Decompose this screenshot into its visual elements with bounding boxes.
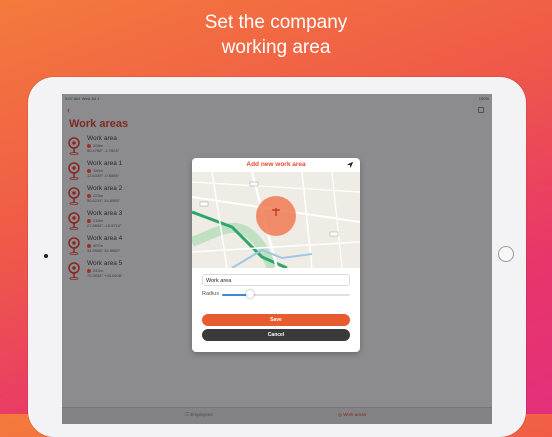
radius-slider-knob[interactable] [246,290,255,298]
add-work-area-dialog: Add new work area Work area Radius Save … [192,158,360,352]
tab-bar: ☶ Employees ◎ Work areas [62,407,492,424]
work-area-coords: 70.3938° +43.0508° [87,273,123,278]
back-button[interactable]: ‹ [67,106,70,115]
tab-work-areas[interactable]: ◎ Work areas [338,412,366,418]
location-icon: ◎ [338,412,342,417]
battery-indicator: 100% [478,96,489,101]
work-area-coords: 34.9968° 34.8959° [87,248,121,253]
work-area-name: Work area 5 [87,260,123,267]
map-pin-icon [68,187,80,205]
work-area-name-field[interactable]: Work area [202,274,350,286]
map-pin-icon [68,162,80,180]
tab-employees-label: Employees [190,412,213,417]
dialog-title: Add new work area [246,161,306,168]
map-view[interactable] [192,172,360,268]
home-button[interactable] [498,246,514,262]
map-canvas [192,172,360,268]
work-area-name: Work area 2 [87,185,123,192]
status-date: Wed Jul 1 [81,96,100,101]
map-pin-icon [68,137,80,155]
tab-work-areas-label: Work areas [343,412,367,417]
save-button[interactable]: Save [202,314,350,326]
map-pin-icon [68,262,80,280]
work-area-name: Work area 3 [87,210,123,217]
tab-employees[interactable]: ☶ Employees [185,412,213,418]
radius-slider[interactable] [222,294,350,296]
headline-line-1: Set the company [204,12,348,33]
people-icon: ☶ [185,412,190,417]
radius-label: Radius [202,291,220,297]
work-area-coords: 50.6215° 34.8955° [87,198,121,203]
status-bar: 9:07 AM Wed Jul 1 100% [62,94,492,103]
work-area-name: Work area 4 [87,235,123,242]
work-area-name: Work area [87,135,117,142]
headline-line-2: working area [221,37,331,58]
list-item[interactable]: Work area 208m 50.4758° -2.7824° [67,134,267,159]
map-pin-icon [68,212,80,230]
work-area-coords: 50.4758° -2.7824° [87,148,120,153]
work-area-coords: 27.8854° -15.5710° [87,223,122,228]
camera-dot [44,254,48,258]
status-time: 9:07 AM [65,96,80,101]
map-pin-icon [68,237,80,255]
work-area-name: Work area 1 [87,160,123,167]
page-title: Work areas [69,118,129,130]
edit-icon[interactable] [478,107,484,113]
location-arrow-icon[interactable] [346,161,354,169]
marketing-headline: Set the company working area [0,10,552,60]
cancel-button[interactable]: Cancel [202,329,350,341]
work-area-coords: 12.6339° -0.6886° [87,173,120,178]
